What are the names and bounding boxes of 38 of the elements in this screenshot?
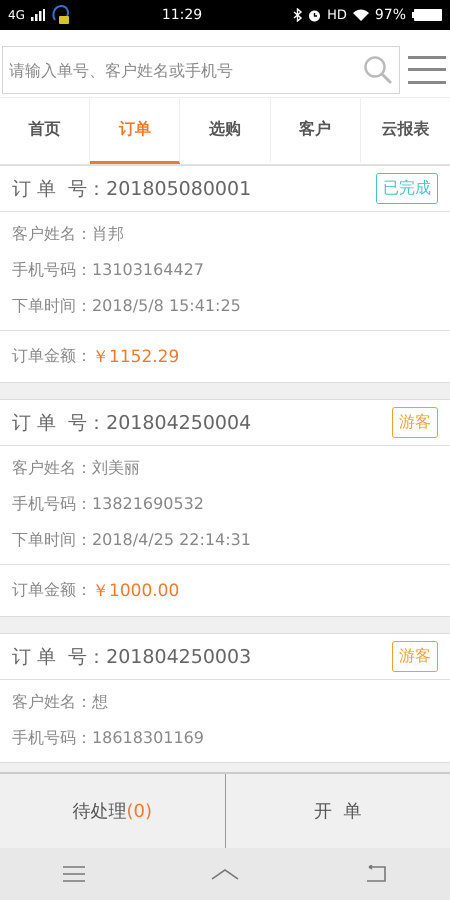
search-field[interactable]: 请输入单号、客户姓名或手机号 — [2, 46, 400, 94]
order-detail: 下单时间：2018/4/25 22:14:31 — [12, 528, 252, 550]
bluetooth-icon — [293, 8, 302, 22]
chat-head-icon — [50, 4, 71, 26]
status-tag: 游客 — [392, 641, 438, 672]
order-card[interactable]: 订 单 号：201804250004 游客 客户姓名：刘美丽 手机号码：13821690532 下单时间：2018/4/25 22:14:31 订单金额：￥1000.00 — [0, 399, 450, 617]
back-icon[interactable] — [365, 865, 387, 883]
battery-percent: 97% — [374, 7, 406, 23]
amount-value: ￥1152.29 — [92, 346, 180, 368]
amount-label: 订单金额： — [12, 346, 92, 367]
order-detail: 手机号码：18618301169 — [12, 726, 205, 748]
order-detail: 下单时间：2018/5/8 15:41:25 — [12, 294, 242, 316]
amount-label: 订单金额： — [12, 580, 92, 601]
wifi-icon — [352, 9, 369, 21]
hd-label: HD — [327, 8, 347, 22]
amount-value: ￥1000.00 — [92, 580, 180, 602]
order-card[interactable]: 订 单 号：201805080001 已完成 客户姓名：肖邦 手机号码：13103164427 下单时间：2018/5/8 15:41:25 订单金额：￥1152.29 — [0, 165, 450, 383]
alarm-icon — [308, 8, 322, 22]
order-card[interactable]: 订 单 号：201804250003 游客 客户姓名：想 手机号码：18618301169 — [0, 633, 450, 763]
clock-time: 11:29 — [162, 7, 202, 23]
status-tag: 游客 — [392, 407, 438, 438]
search-icon[interactable] — [363, 55, 393, 85]
home-caret-icon[interactable] — [211, 868, 239, 880]
menu-icon[interactable] — [408, 56, 446, 84]
order-number: 订 单 号：201805080001 — [12, 176, 252, 202]
order-number: 订 单 号：201804250003 — [12, 644, 252, 670]
network-label: 4G — [8, 8, 25, 22]
new-order-button[interactable]: 开 单 — [226, 774, 450, 848]
status-tag: 已完成 — [376, 173, 438, 204]
order-detail: 客户姓名：想 — [12, 690, 109, 712]
order-detail: 客户姓名：肖邦 — [12, 222, 125, 244]
order-detail: 手机号码：13103164427 — [12, 258, 205, 280]
order-number: 订 单 号：201804250004 — [12, 410, 252, 436]
order-detail: 手机号码：13821690532 — [12, 492, 205, 514]
battery-icon — [412, 8, 442, 22]
signal-icon — [30, 9, 45, 21]
order-detail: 客户姓名：刘美丽 — [12, 456, 141, 478]
menu-icon[interactable] — [63, 866, 85, 882]
